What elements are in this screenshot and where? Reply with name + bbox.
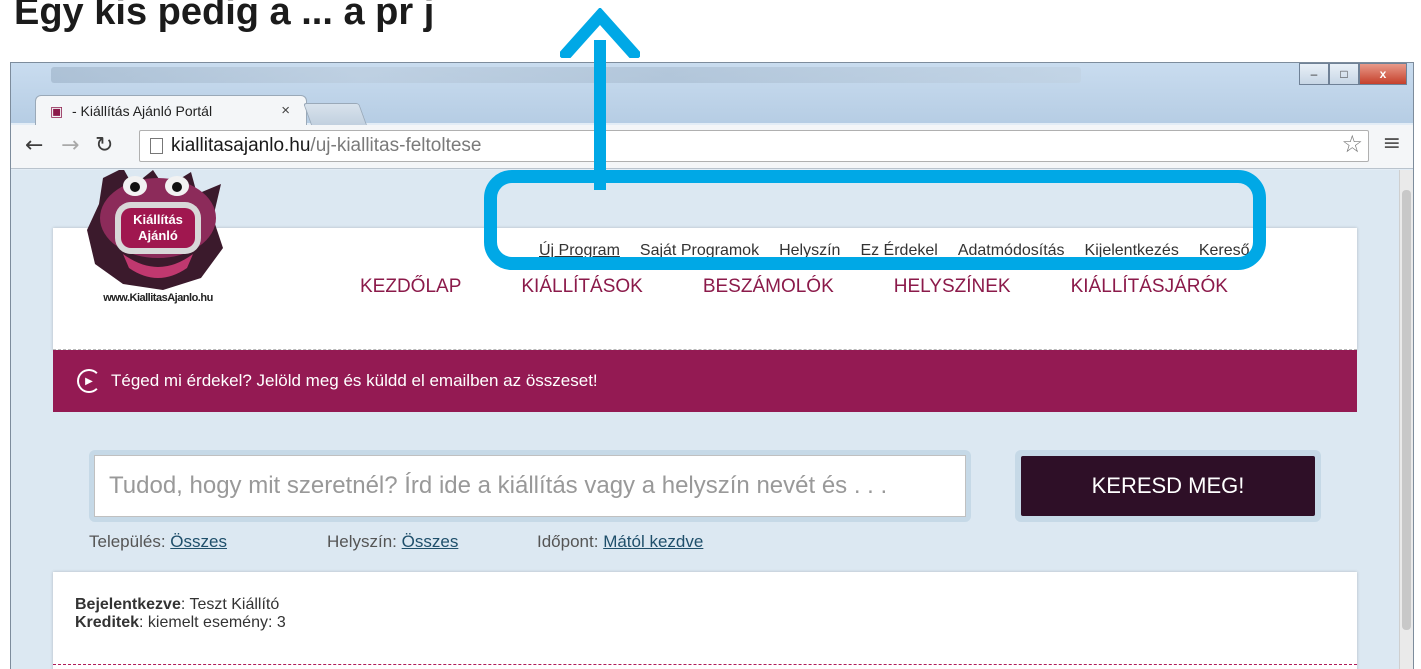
back-arrow-icon[interactable]: ← <box>25 133 43 158</box>
nav-kiallitasok[interactable]: KIÁLLÍTÁSOK <box>521 276 642 298</box>
page-icon <box>150 138 163 154</box>
nav-kiallitasjarok[interactable]: KIÁLLÍTÁSJÁRÓK <box>1071 276 1228 298</box>
nav-beszamolok[interactable]: BESZÁMOLÓK <box>703 276 834 298</box>
tab-title: - Kiállítás Ajánló Portál <box>72 102 213 119</box>
promo-banner[interactable]: ▶ Téged mi érdekel? Jelöld meg és küldd … <box>53 350 1357 412</box>
filter-helyszin: Helyszín: Összes <box>327 532 458 552</box>
reload-icon[interactable]: ↻ <box>95 133 113 158</box>
filter-telepules-value[interactable]: Összes <box>170 532 227 551</box>
maximize-button[interactable]: □ <box>1329 63 1359 85</box>
credits-line: Kreditek: kiemelt esemény: 3 <box>75 614 1357 632</box>
address-bar[interactable]: kiallitasajanlo.hu /uj-kiallitas-feltolt… <box>139 130 1369 162</box>
logged-in-label: Bejelentkezve <box>75 596 181 613</box>
caption-text: Egy kis pedig a ... a pr j <box>0 0 1421 52</box>
filter-helyszin-value[interactable]: Összes <box>402 532 459 551</box>
user-info-box: Bejelentkezve: Teszt Kiállító Kreditek: … <box>53 572 1357 669</box>
search-box-frame: Tudod, hogy mit szeretnél? Írd ide a kiá… <box>89 450 971 522</box>
play-circle-icon: ▶ <box>77 369 101 393</box>
search-button-frame: KERESD MEG! <box>1015 450 1321 522</box>
filter-helyszin-label: Helyszín: <box>327 532 397 551</box>
filter-idopont-value[interactable]: Mától kezdve <box>603 532 703 551</box>
logged-in-line: Bejelentkezve: Teszt Kiállító <box>75 596 1357 614</box>
credits-label: Kreditek <box>75 614 140 631</box>
main-navigation: KEZDŐLAP KIÁLLÍTÁSOK BESZÁMOLÓK HELYSZÍN… <box>360 276 1288 298</box>
filter-idopont-label: Időpont: <box>537 532 599 551</box>
search-input[interactable]: Tudod, hogy mit szeretnél? Írd ide a kiá… <box>94 455 966 517</box>
monster-logo-icon: Kiállítás Ajánló <box>87 170 223 290</box>
logo-url: www.KiallitasAjanlo.hu <box>103 292 213 304</box>
close-window-button[interactable]: x <box>1359 63 1407 85</box>
new-tab-button[interactable] <box>302 103 368 125</box>
browser-menu-icon[interactable]: ≡ <box>1383 131 1401 156</box>
title-bar: – □ x ▣ - Kiállítás Ajánló Portál × <box>11 63 1413 125</box>
search-button[interactable]: KERESD MEG! <box>1021 456 1315 516</box>
annotation-arrow-shaft <box>594 40 606 190</box>
browser-window: – □ x ▣ - Kiállítás Ajánló Portál × ← → … <box>10 62 1414 669</box>
browser-toolbar: ← → ↻ kiallitasajanlo.hu /uj-kiallitas-f… <box>11 125 1413 169</box>
site-logo[interactable]: Kiállítás Ajánló www.KiallitasAjanlo.hu <box>73 170 243 318</box>
blurred-menu-bar <box>51 67 1081 83</box>
window-controls: – □ x <box>1299 63 1407 85</box>
nav-helyszinek[interactable]: HELYSZÍNEK <box>894 276 1011 298</box>
tab-kiallitas[interactable]: ▣ - Kiállítás Ajánló Portál × <box>35 95 307 125</box>
bookmark-star-icon[interactable]: ☆ <box>1341 130 1363 158</box>
credits-value: : kiemelt esemény: 3 <box>139 614 286 631</box>
tab-close-icon[interactable]: × <box>281 102 290 119</box>
site-favicon-icon: ▣ <box>50 102 64 119</box>
annotation-arrow-up-icon <box>560 8 640 58</box>
banner-text: Téged mi érdekel? Jelöld meg és küldd el… <box>111 371 598 390</box>
minimize-button[interactable]: – <box>1299 63 1329 85</box>
screenshot-stage: Egy kis pedig a ... a pr j – □ x ▣ - Kiá… <box>0 0 1421 669</box>
url-path: /uj-kiallitas-feltoltese <box>310 135 482 156</box>
url-host: kiallitasajanlo.hu <box>171 135 311 156</box>
logo-line2: Ajánló <box>138 228 178 243</box>
scrollbar-thumb[interactable] <box>1402 190 1411 630</box>
page-scrollbar[interactable] <box>1399 170 1413 669</box>
filter-telepules-label: Település: <box>89 532 166 551</box>
logged-in-value: : Teszt Kiállító <box>180 596 280 613</box>
logo-line1: Kiállítás <box>133 212 183 227</box>
forward-arrow-icon[interactable]: → <box>61 133 79 158</box>
filter-idopont: Időpont: Mától kezdve <box>537 532 703 552</box>
filter-telepules: Település: Összes <box>89 532 227 552</box>
caption-text-content: Egy kis pedig a ... a pr j <box>14 0 435 33</box>
nav-kezdolap[interactable]: KEZDŐLAP <box>360 276 461 298</box>
divider <box>53 664 1357 665</box>
